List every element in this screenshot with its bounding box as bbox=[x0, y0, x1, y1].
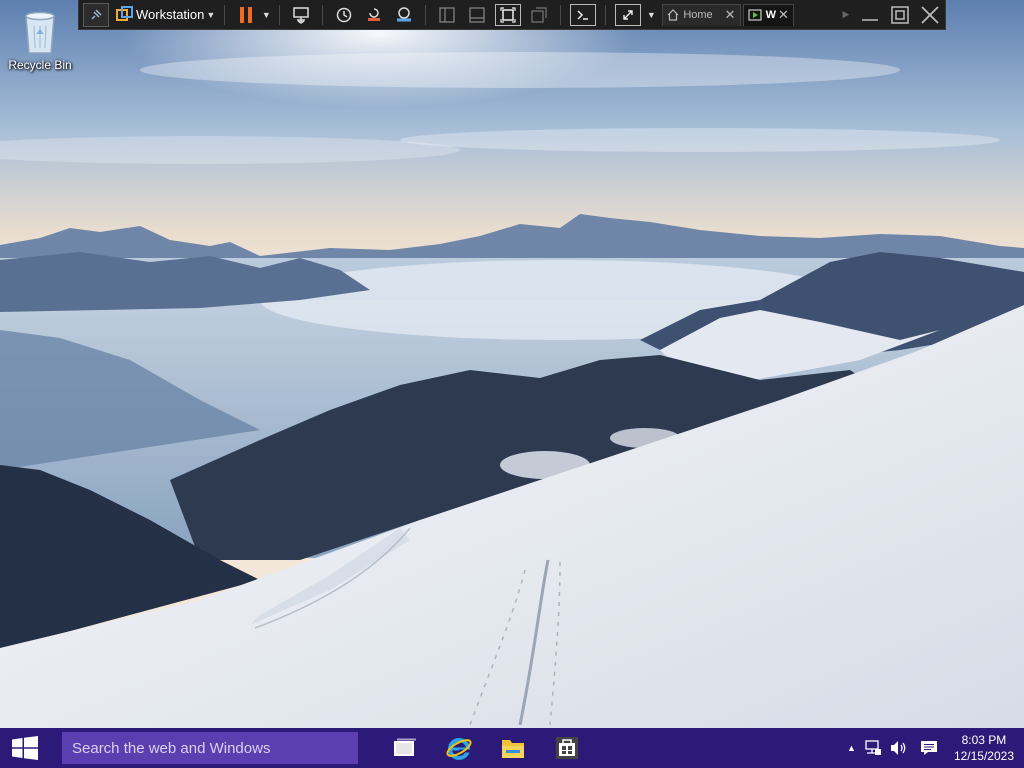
desktop-wallpaper bbox=[0, 0, 1024, 728]
revert-snapshot-icon bbox=[368, 7, 381, 21]
unity-button[interactable] bbox=[527, 3, 551, 27]
pin-icon bbox=[91, 8, 102, 20]
tab-label: W bbox=[765, 9, 776, 21]
volume-icon bbox=[890, 741, 906, 755]
library-icon bbox=[439, 6, 455, 23]
task-view-icon bbox=[394, 738, 416, 756]
tab-home[interactable]: Home ✕ bbox=[662, 3, 741, 26]
home-icon bbox=[667, 9, 679, 21]
tab-vm[interactable]: W ✕ bbox=[742, 3, 794, 26]
restore-button[interactable] bbox=[887, 4, 913, 26]
toolbar-separator bbox=[322, 4, 324, 25]
show-library-button[interactable] bbox=[435, 3, 459, 27]
thumbnail-bar-icon bbox=[469, 6, 485, 23]
network-button[interactable] bbox=[860, 728, 886, 768]
pause-options-button[interactable]: ▼ bbox=[261, 3, 273, 27]
vm-name: Workstation bbox=[136, 7, 205, 22]
close-icon[interactable]: ✕ bbox=[778, 7, 789, 23]
tab-label: Home bbox=[683, 9, 713, 21]
file-explorer-icon bbox=[502, 740, 524, 758]
toolbar-separator bbox=[425, 4, 427, 25]
pause-button[interactable] bbox=[234, 3, 258, 27]
clock-date: 12/15/2023 bbox=[953, 749, 1014, 763]
revert-snapshot-button[interactable] bbox=[362, 3, 386, 27]
system-tray: ▲ 8:03 PM 12/15/2023 bbox=[843, 728, 1024, 768]
minimize-button[interactable] bbox=[857, 4, 883, 26]
windows-logo-icon bbox=[12, 736, 38, 760]
store-button[interactable] bbox=[542, 728, 592, 768]
take-snapshot-button[interactable] bbox=[332, 3, 356, 27]
action-center-button[interactable] bbox=[912, 728, 946, 768]
recycle-bin-icon bbox=[25, 11, 55, 54]
show-hidden-icons-button[interactable]: ▲ bbox=[843, 728, 860, 768]
clock[interactable]: 8:03 PM 12/15/2023 bbox=[946, 732, 1024, 764]
task-view-button[interactable] bbox=[380, 728, 430, 768]
file-explorer-button[interactable] bbox=[488, 728, 538, 768]
toolbar-separator bbox=[560, 4, 562, 25]
fullscreen-icon bbox=[500, 6, 516, 23]
restore-icon bbox=[891, 5, 909, 24]
volume-button[interactable] bbox=[886, 728, 912, 768]
clock-time: 8:03 PM bbox=[961, 733, 1007, 747]
action-center-icon bbox=[920, 741, 937, 755]
toolbar-separator bbox=[279, 4, 281, 25]
pause-icon bbox=[240, 6, 253, 23]
minimize-icon bbox=[862, 18, 878, 21]
unity-icon bbox=[531, 6, 547, 23]
snapshot-manager-icon bbox=[397, 6, 412, 21]
store-icon bbox=[556, 737, 578, 759]
chevron-right-icon: ▶ bbox=[842, 9, 850, 19]
chevron-down-icon: ▼ bbox=[261, 9, 271, 20]
close-icon bbox=[921, 5, 939, 24]
chevron-down-icon: ▼ bbox=[206, 9, 216, 20]
vm-menu-button[interactable]: Workstation ▼ bbox=[116, 3, 215, 27]
toolbar-separator bbox=[605, 4, 607, 25]
pin-toolbar-button[interactable] bbox=[83, 2, 109, 27]
stretch-options-button[interactable]: ▼ bbox=[646, 3, 658, 27]
scroll-tabs-button[interactable]: ▶ bbox=[841, 3, 851, 27]
send-ctrl-alt-del-icon bbox=[293, 6, 310, 24]
full-screen-button[interactable] bbox=[495, 3, 522, 26]
snapshot-manager-button[interactable] bbox=[392, 3, 416, 27]
console-view-button[interactable] bbox=[570, 3, 597, 26]
toolbar-separator bbox=[224, 4, 226, 25]
show-hidden-icons-icon: ▲ bbox=[847, 743, 856, 753]
close-button[interactable] bbox=[917, 4, 943, 26]
console-icon bbox=[577, 9, 589, 20]
taskbar: ▲ 8:03 PM 12/15/2023 bbox=[0, 728, 1024, 768]
start-button[interactable] bbox=[0, 728, 50, 768]
vmware-logo-icon bbox=[116, 5, 133, 21]
stretch-guest-button[interactable] bbox=[615, 3, 642, 26]
vmware-toolbar: Workstation ▼ ▼ ▼ Home ✕ W ✕ ▶ bbox=[78, 0, 946, 30]
stretch-icon bbox=[623, 9, 634, 20]
internet-explorer-button[interactable] bbox=[434, 728, 484, 768]
internet-explorer-icon bbox=[446, 738, 472, 760]
desktop-icon-label: Recycle Bin bbox=[8, 58, 72, 72]
chevron-down-icon: ▼ bbox=[646, 9, 656, 20]
close-icon[interactable]: ✕ bbox=[725, 7, 736, 23]
thumbnail-bar-button[interactable] bbox=[465, 3, 489, 27]
search-input[interactable] bbox=[70, 738, 358, 758]
taskbar-search[interactable] bbox=[62, 732, 358, 764]
desktop-icon-recycle-bin[interactable]: Recycle Bin bbox=[4, 4, 76, 74]
network-icon bbox=[865, 740, 881, 755]
send-ctrl-alt-del-button[interactable] bbox=[289, 3, 313, 27]
vm-running-icon bbox=[747, 9, 762, 21]
snapshot-icon bbox=[337, 7, 352, 22]
